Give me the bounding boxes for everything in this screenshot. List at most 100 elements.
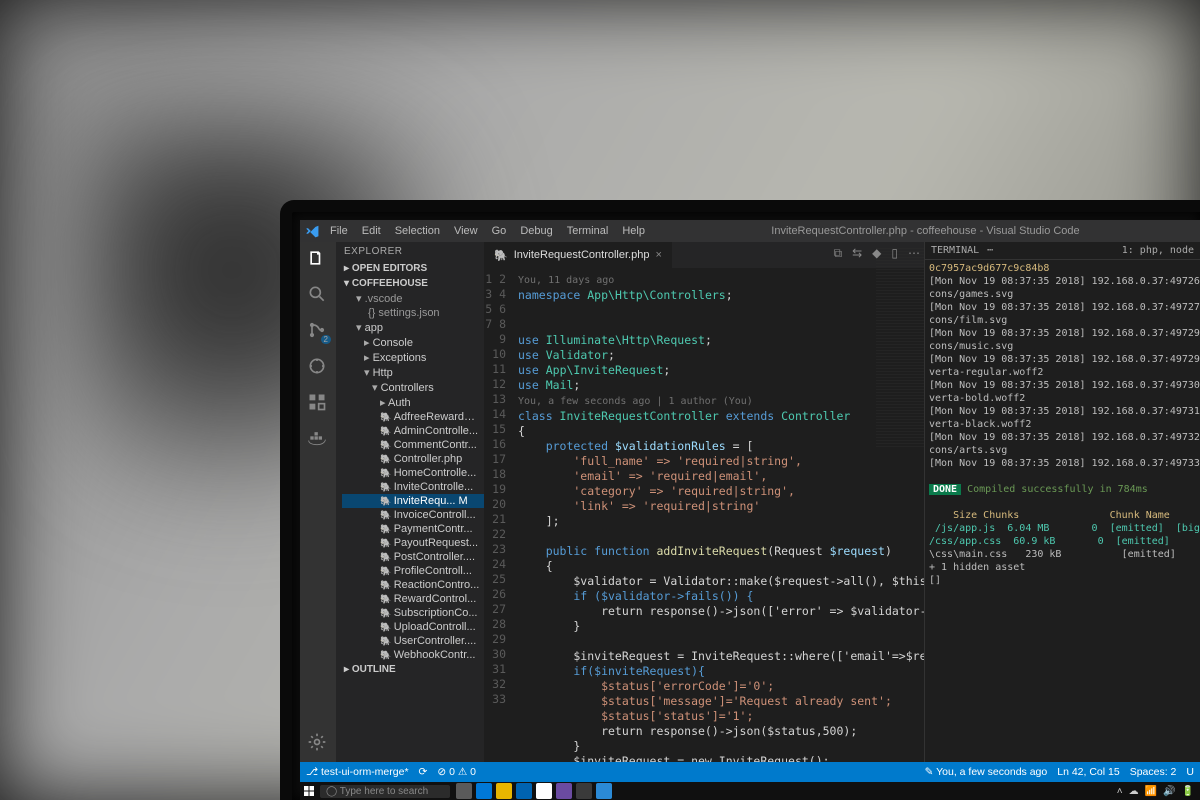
folder-controllers[interactable]: Controllers: [342, 380, 484, 395]
file-settings-json[interactable]: {} settings.json: [342, 306, 484, 320]
hash-icon[interactable]: [556, 783, 572, 799]
status-bar: ⎇ test-ui-orm-merge* ⟳ ⊘ 0 ⚠ 0 ✎ You, a …: [300, 762, 1200, 782]
encoding[interactable]: U: [1186, 766, 1194, 778]
extensions-icon[interactable]: [307, 392, 329, 414]
code-content[interactable]: You, 11 days ago namespace namespace App…: [512, 268, 924, 762]
windows-taskbar: ◯ Type here to search ˄ ☁ 📶 🔊 🔋: [300, 782, 1200, 800]
file-item[interactable]: HomeControlle...: [342, 466, 484, 480]
file-item[interactable]: RewardControl...: [342, 592, 484, 606]
menu-help[interactable]: Help: [616, 223, 651, 239]
explorer-sidebar: EXPLORER ▸ OPEN EDITORS ▾ COFFEEHOUSE .v…: [336, 242, 484, 762]
editor: 🐘 InviteRequestController.php × 1 2 3 4 …: [484, 242, 924, 762]
tray-chevron-icon[interactable]: ˄: [1117, 786, 1123, 797]
file-item[interactable]: CommentContr...: [342, 438, 484, 452]
terminal-output[interactable]: 0c7957ac9d677c9c84b8 [Mon Nov 19 08:37:3…: [925, 260, 1200, 589]
file-item[interactable]: ProfileControll...: [342, 564, 484, 578]
file-item[interactable]: PostController....: [342, 550, 484, 564]
menu-view[interactable]: View: [448, 223, 484, 239]
file-item[interactable]: PayoutRequest...: [342, 536, 484, 550]
menubar: File Edit Selection View Go Debug Termin…: [324, 223, 651, 239]
split-icon[interactable]: ⇆: [852, 246, 862, 261]
indentation[interactable]: Spaces: 2: [1130, 766, 1177, 778]
source-control-icon[interactable]: [307, 320, 329, 342]
tray-wifi-icon[interactable]: 📶: [1145, 786, 1157, 797]
menu-terminal[interactable]: Terminal: [561, 223, 615, 239]
terminal-picker[interactable]: 1: php, node: [1122, 245, 1194, 256]
vscode-logo-icon: [302, 221, 322, 241]
file-item[interactable]: WebhookContr...: [342, 648, 484, 662]
layout-icon[interactable]: ▯: [891, 246, 898, 261]
code-area[interactable]: 1 2 3 4 5 6 7 8 9 10 11 12 13 14 15 16 1…: [484, 268, 924, 762]
workspace-section[interactable]: ▾ COFFEEHOUSE: [336, 276, 484, 291]
tray-volume-icon[interactable]: 🔊: [1163, 786, 1175, 797]
menu-go[interactable]: Go: [486, 223, 513, 239]
settings-gear-icon[interactable]: [307, 732, 329, 754]
window-title: InviteRequestController.php - coffeehous…: [651, 225, 1200, 237]
file-item[interactable]: SubscriptionCo...: [342, 606, 484, 620]
explorer-title: EXPLORER: [336, 242, 484, 261]
file-item[interactable]: InviteControlle...: [342, 480, 484, 494]
docker-icon[interactable]: [307, 428, 329, 450]
file-item[interactable]: AdminControlle...: [342, 424, 484, 438]
menu-selection[interactable]: Selection: [389, 223, 446, 239]
explorer-icon[interactable]: [307, 248, 329, 270]
open-editors-section[interactable]: ▸ OPEN EDITORS: [336, 261, 484, 276]
file-item-active[interactable]: InviteRequ... M: [342, 494, 484, 508]
vscode-taskbar-icon[interactable]: [596, 783, 612, 799]
tab-label: InviteRequestController.php: [514, 249, 650, 261]
file-explorer-icon[interactable]: [496, 783, 512, 799]
menu-debug[interactable]: Debug: [514, 223, 558, 239]
file-item[interactable]: UploadControll...: [342, 620, 484, 634]
folder-exceptions[interactable]: Exceptions: [342, 350, 484, 365]
cursor-position[interactable]: Ln 42, Col 15: [1057, 766, 1119, 778]
search-icon[interactable]: [307, 284, 329, 306]
file-tree: .vscode {} settings.json app Console Exc…: [336, 291, 484, 662]
more-icon[interactable]: ⋯: [908, 246, 920, 261]
chrome-icon[interactable]: [536, 783, 552, 799]
compare-icon[interactable]: ⧉: [834, 246, 843, 261]
folder-console[interactable]: Console: [342, 335, 484, 350]
outline-section[interactable]: ▸ OUTLINE: [336, 662, 484, 677]
edge-icon[interactable]: [476, 783, 492, 799]
titlebar: File Edit Selection View Go Debug Termin…: [300, 220, 1200, 242]
folder-http[interactable]: Http: [342, 365, 484, 380]
menu-edit[interactable]: Edit: [356, 223, 387, 239]
php-file-icon: 🐘: [494, 249, 508, 262]
gitlens-blame[interactable]: ✎ You, a few seconds ago: [925, 766, 1048, 778]
diff-icon[interactable]: ◆: [872, 246, 881, 261]
taskbar-search[interactable]: ◯ Type here to search: [320, 785, 450, 798]
file-item[interactable]: AdfreeRewardC...: [342, 410, 484, 424]
menu-file[interactable]: File: [324, 223, 354, 239]
file-item[interactable]: Controller.php: [342, 452, 484, 466]
tray-cloud-icon[interactable]: ☁: [1129, 786, 1139, 797]
tray-battery-icon[interactable]: 🔋: [1182, 786, 1194, 797]
terminal-panel: TERMINAL ⋯ 1: php, node 0c7957ac9d677c9c…: [924, 242, 1200, 762]
tab-close-icon[interactable]: ×: [655, 249, 661, 261]
terminal-more-icon[interactable]: ⋯: [987, 245, 993, 256]
sync-icon[interactable]: ⟳: [419, 766, 428, 778]
task-view-icon[interactable]: [456, 783, 472, 799]
mail-icon[interactable]: [576, 783, 592, 799]
system-tray[interactable]: ˄ ☁ 📶 🔊 🔋: [1117, 786, 1200, 797]
editor-actions: ⧉ ⇆ ◆ ▯ ⋯: [834, 246, 920, 261]
file-item[interactable]: PaymentContr...: [342, 522, 484, 536]
file-item[interactable]: ReactionContro...: [342, 578, 484, 592]
activity-bar: [300, 242, 336, 762]
minimap[interactable]: [876, 248, 924, 448]
tab-active[interactable]: 🐘 InviteRequestController.php ×: [484, 242, 672, 268]
terminal-tab[interactable]: TERMINAL: [931, 245, 979, 256]
folder-app[interactable]: app: [342, 320, 484, 335]
store-icon[interactable]: [516, 783, 532, 799]
file-item[interactable]: UserController....: [342, 634, 484, 648]
line-numbers: 1 2 3 4 5 6 7 8 9 10 11 12 13 14 15 16 1…: [484, 268, 512, 762]
folder-vscode[interactable]: .vscode: [342, 291, 484, 306]
git-branch[interactable]: ⎇ test-ui-orm-merge*: [306, 766, 409, 778]
webpack-done-badge: DONE: [929, 484, 961, 495]
folder-auth[interactable]: Auth: [342, 395, 484, 410]
screen: File Edit Selection View Go Debug Termin…: [300, 220, 1200, 800]
file-item[interactable]: InvoiceControll...: [342, 508, 484, 522]
taskbar-apps: [456, 783, 612, 799]
problems[interactable]: ⊘ 0 ⚠ 0: [437, 766, 476, 778]
debug-icon[interactable]: [307, 356, 329, 378]
start-button[interactable]: [300, 782, 318, 800]
